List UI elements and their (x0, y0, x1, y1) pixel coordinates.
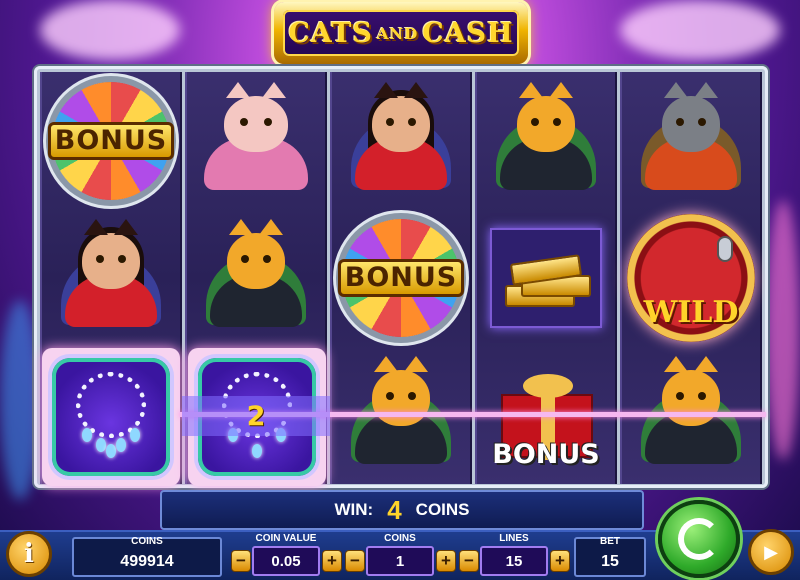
logo-word-cash: CASH (422, 17, 514, 49)
spin-button[interactable] (658, 500, 740, 578)
tiger-cat-icon (662, 355, 720, 426)
stage-light (40, 0, 180, 60)
symbol-femme-cat (332, 72, 470, 209)
tiger-cat-icon (517, 81, 575, 152)
symbol-tiger-cat (477, 72, 615, 209)
symbol-femme-cat (42, 209, 180, 346)
pink-cat-icon (224, 81, 288, 152)
bonus-label: BONUS (48, 121, 174, 160)
spin-arrows-icon (678, 518, 720, 560)
symbol-bonus-wheel: BONUS (42, 72, 180, 209)
coins-increase-button[interactable]: + (436, 550, 456, 572)
reel-4: BONUS (475, 72, 617, 484)
femme-cat-icon (82, 218, 140, 289)
payline-number-badge: 2 (182, 396, 330, 436)
bet-display: BET 15 (574, 536, 646, 577)
payline-number: 2 (246, 400, 266, 432)
tiger-cat-icon (227, 218, 285, 289)
femme-cat-icon (372, 81, 430, 152)
bet-label: BET (600, 536, 620, 547)
bet-value: 15 (601, 553, 619, 570)
symbol-gray-cat (622, 72, 760, 209)
bonus-label: BONUS (338, 258, 464, 297)
lines-label: LINES (499, 533, 529, 544)
win-amount: 4 (387, 494, 402, 525)
info-icon: i (24, 539, 34, 569)
play-icon: ▶ (764, 541, 778, 562)
autoplay-button[interactable]: ▶ (748, 529, 794, 575)
win-display: WIN: 4 COINS (160, 490, 644, 530)
game-logo: CATS AND CASH (274, 2, 528, 64)
lines-field: 15 (480, 546, 548, 576)
wild-coin-icon: WILD (627, 213, 755, 342)
winning-symbol-necklace (42, 348, 180, 486)
bonus-label: BONUS (492, 438, 600, 470)
tiger-cat-icon (372, 355, 430, 426)
info-button[interactable]: i (6, 531, 52, 577)
logo-word-and: AND (376, 25, 419, 43)
coin-value-increase-button[interactable]: + (322, 550, 342, 572)
symbol-tiger-cat (187, 209, 325, 346)
win-label: WIN: (334, 500, 374, 519)
stage-light (620, 0, 780, 60)
coins-balance: COINS 499914 (72, 536, 222, 577)
reel-3: BONUS (330, 72, 472, 484)
symbol-bonus-wheel: BONUS (332, 209, 470, 346)
gray-cat-icon (662, 81, 720, 152)
microphone-icon (717, 235, 733, 262)
logo-word-cats: CATS (288, 17, 373, 49)
coins-decrease-button[interactable]: − (345, 550, 365, 572)
symbol-gold-bars (477, 209, 615, 346)
coin-value-label: COIN VALUE (255, 533, 317, 544)
coins-bet-label: COINS (384, 533, 416, 544)
coins-label: COINS (131, 536, 163, 547)
necklace-icon (52, 358, 170, 476)
reel-5: WILD (620, 72, 762, 484)
coin-value-field: 0.05 (252, 546, 320, 576)
lines-increase-button[interactable]: + (550, 550, 570, 572)
gift-icon (523, 373, 573, 398)
symbol-pink-cat (187, 72, 325, 209)
wild-label: WILD (643, 294, 739, 330)
coin-value-decrease-button[interactable]: − (231, 550, 251, 572)
symbol-wild: WILD (622, 209, 760, 346)
lines-decrease-button[interactable]: − (459, 550, 479, 572)
coins-value: 499914 (120, 553, 174, 570)
coins-bet-field: 1 (366, 546, 434, 576)
gold-bars-icon (490, 227, 602, 328)
stage-light (766, 200, 800, 460)
win-unit: COINS (415, 500, 470, 519)
